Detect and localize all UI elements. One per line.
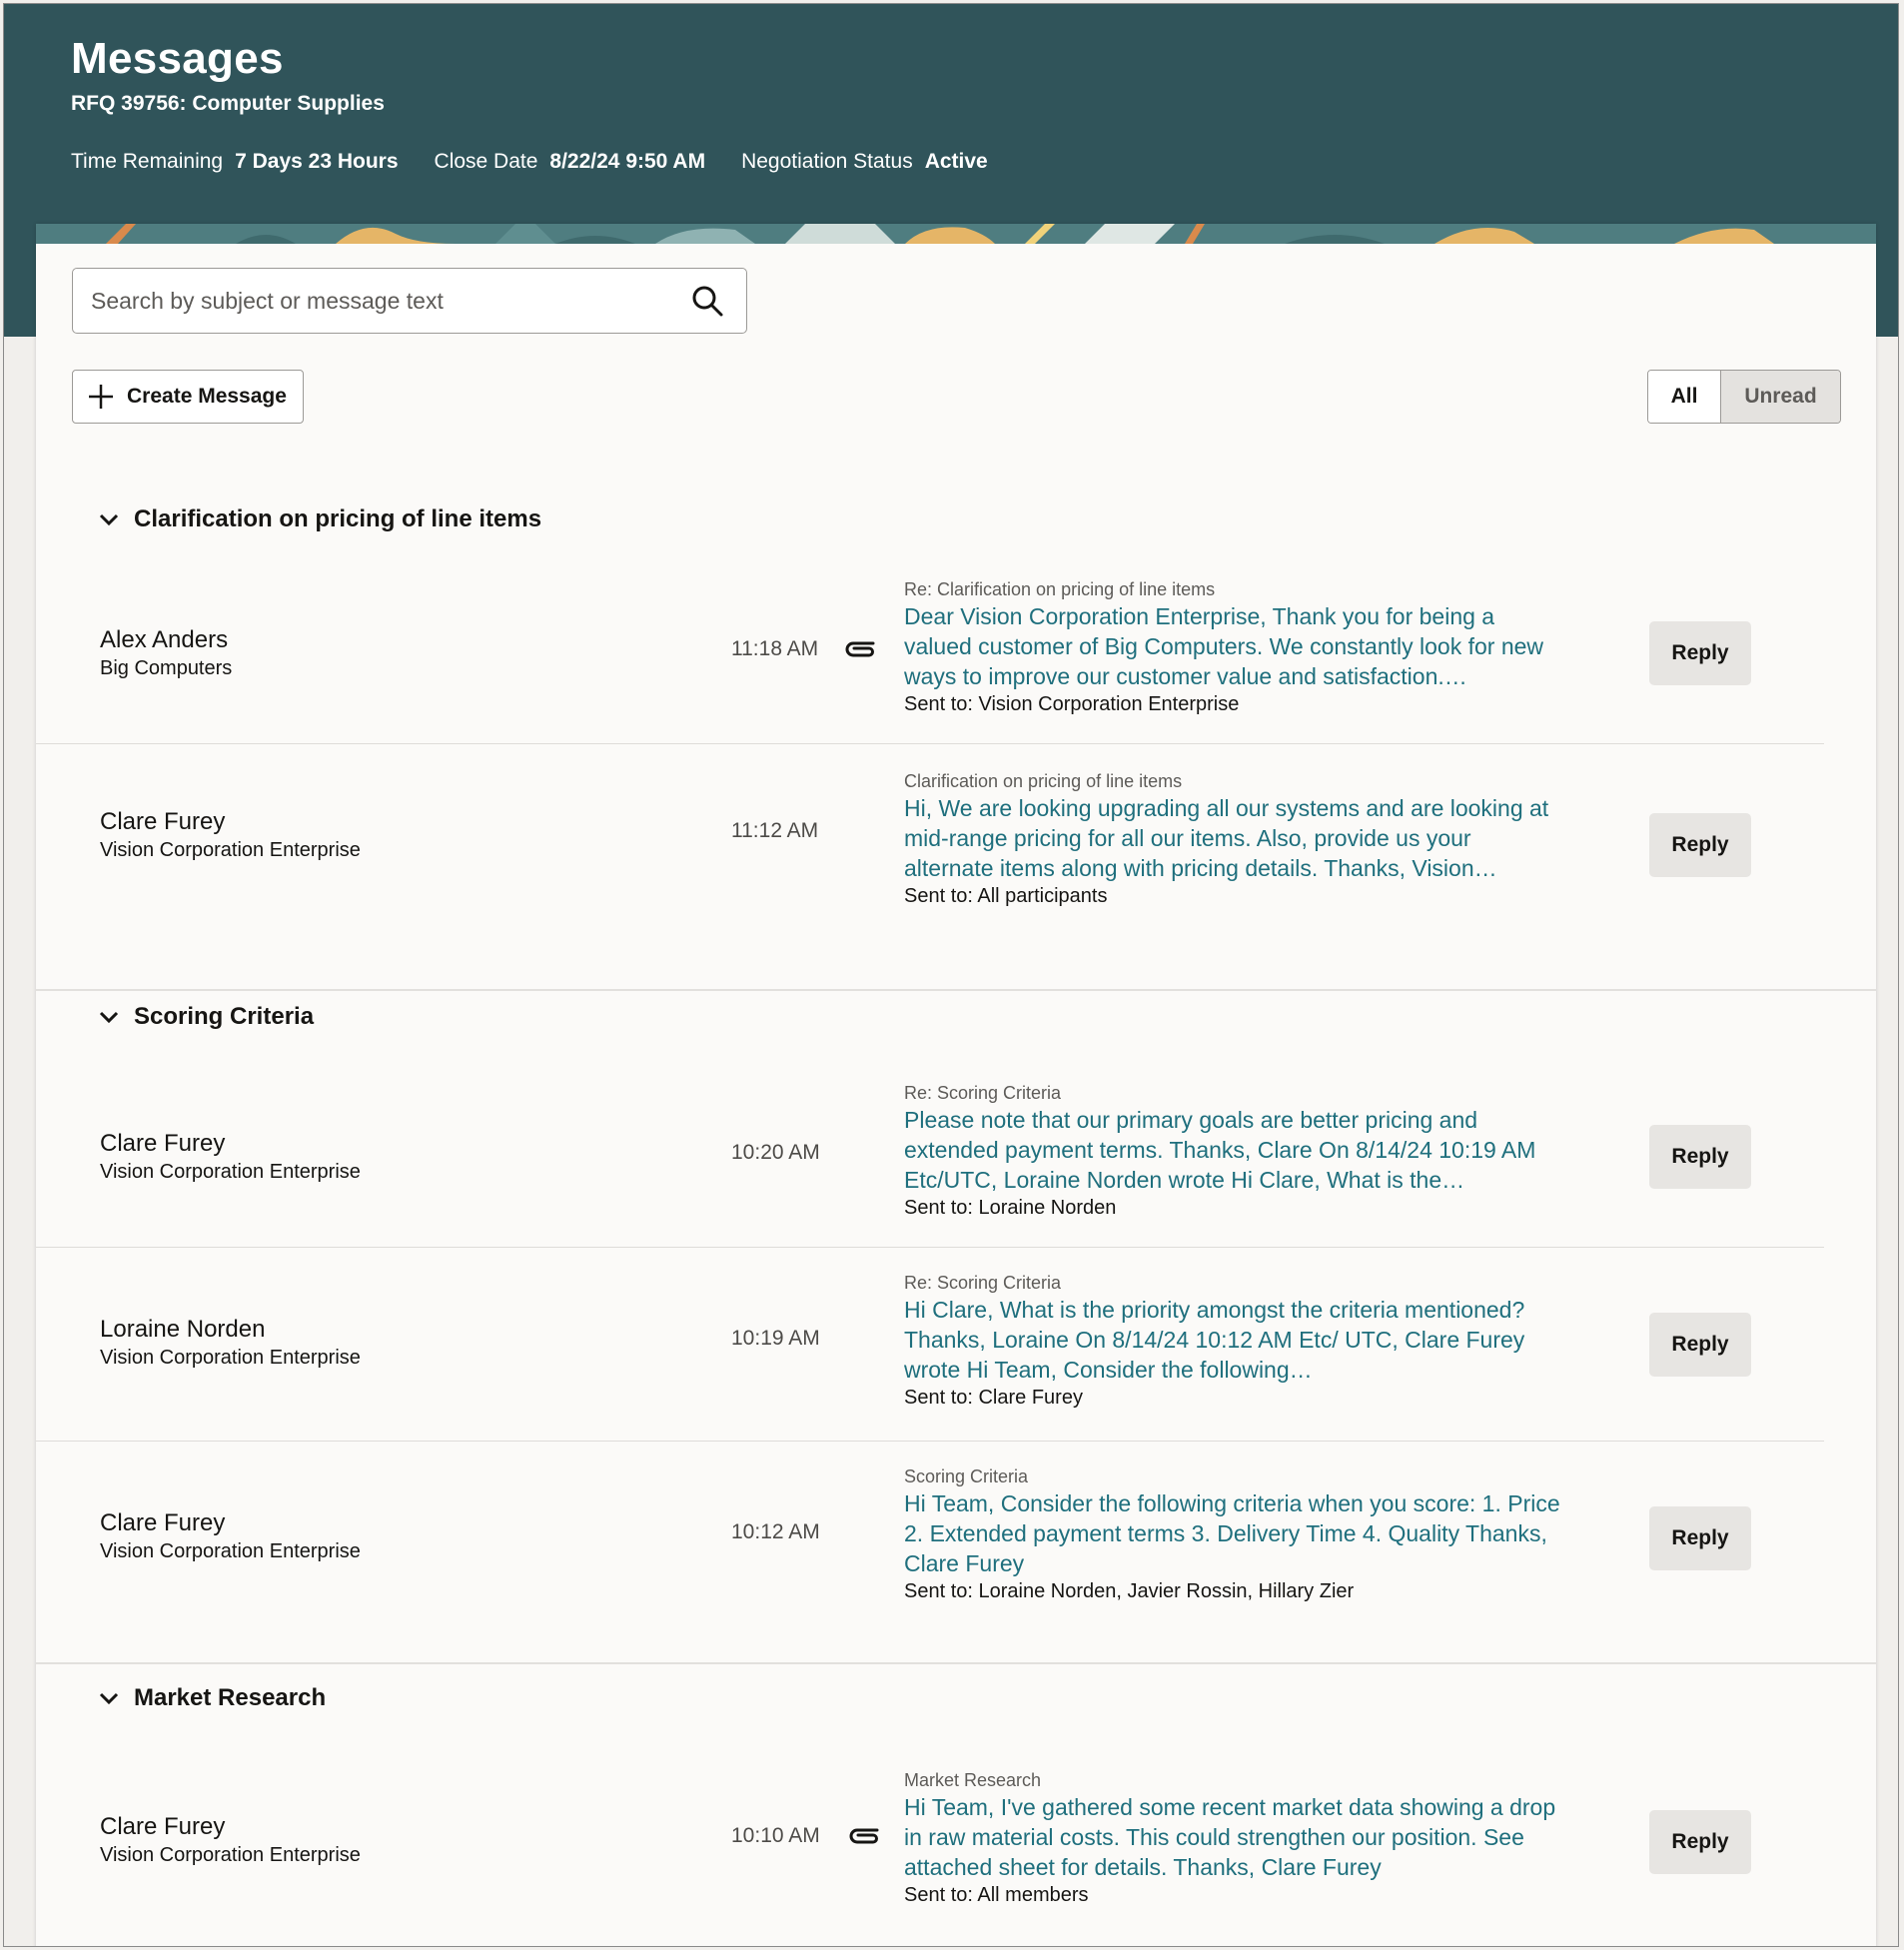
message-subject: Re: Scoring Criteria: [904, 1083, 1062, 1103]
message-sender: Clare Furey Vision Corporation Enterpris…: [100, 1812, 361, 1868]
negotiation-status: Negotiation Status Active: [741, 150, 988, 174]
message-body-link[interactable]: Hi Team, I've gathered some recent marke…: [904, 1792, 1563, 1882]
reply-button[interactable]: Reply: [1649, 1125, 1751, 1189]
message-recipients: Sent to: All participants: [904, 885, 1108, 907]
message-row[interactable]: Clare Furey Vision Corporation Enterpris…: [36, 743, 1824, 939]
sender-name: Clare Furey: [100, 1130, 226, 1157]
message-row[interactable]: Loraine Norden Vision Corporation Enterp…: [36, 1247, 1824, 1442]
paperclip-icon: [845, 641, 875, 657]
sender-name: Clare Furey: [100, 1813, 226, 1840]
reply-button[interactable]: Reply: [1649, 1810, 1751, 1874]
negotiation-status-label: Negotiation Status: [741, 150, 913, 173]
message-content: Re: Scoring Criteria Hi Clare, What is t…: [904, 1271, 1563, 1411]
message-sender: Clare Furey Vision Corporation Enterpris…: [100, 807, 361, 863]
group-divider: [36, 1662, 1876, 1664]
negotiation-status-value: Active: [924, 150, 988, 173]
message-sender: Clare Furey Vision Corporation Enterpris…: [100, 1508, 361, 1564]
message-recipients: Sent to: Loraine Norden, Javier Rossin, …: [904, 1580, 1355, 1602]
app-frame: Messages RFQ 39756: Computer Supplies Ti…: [3, 3, 1899, 1947]
negotiation-meta: Time Remaining 7 Days 23 Hours Close Dat…: [71, 150, 988, 174]
close-date: Close Date 8/22/24 9:50 AM: [435, 150, 706, 174]
message-sender: Clare Furey Vision Corporation Enterpris…: [100, 1129, 361, 1185]
close-date-label: Close Date: [434, 150, 538, 173]
message-time: 10:19 AM: [731, 1327, 820, 1350]
create-message-button[interactable]: Create Message: [72, 370, 304, 424]
message-time: 10:20 AM: [731, 1141, 820, 1164]
chevron-down-icon[interactable]: [98, 1687, 120, 1709]
message-subject: Clarification on pricing of line items: [904, 771, 1183, 791]
message-time: 11:18 AM: [731, 637, 819, 660]
message-content: Clarification on pricing of line items H…: [904, 769, 1563, 909]
sender-name: Loraine Norden: [100, 1316, 266, 1343]
group-title: Market Research: [134, 1684, 327, 1711]
messages-card: Create Message All Unread Clarification …: [36, 224, 1876, 1946]
search-icon[interactable]: [690, 284, 724, 318]
message-content: Market Research Hi Team, I've gathered s…: [904, 1768, 1563, 1908]
group-header[interactable]: Market Research: [98, 1684, 326, 1712]
group-header[interactable]: Clarification on pricing of line items: [98, 505, 541, 533]
reply-button[interactable]: Reply: [1649, 1506, 1751, 1570]
group-title: Scoring Criteria: [134, 1003, 315, 1030]
decorative-pattern: [36, 224, 1876, 244]
message-subject: Re: Clarification on pricing of line ite…: [904, 579, 1216, 599]
sender-org: Vision Corporation Enterprise: [100, 1540, 361, 1562]
chevron-down-icon[interactable]: [98, 508, 120, 530]
message-body-link[interactable]: Please note that our primary goals are b…: [904, 1105, 1563, 1195]
time-remaining-label: Time Remaining: [71, 150, 224, 173]
message-recipients: Sent to: Clare Furey: [904, 1387, 1083, 1409]
page-subtitle: RFQ 39756: Computer Supplies: [71, 92, 385, 115]
message-recipients: Sent to: All members: [904, 1884, 1089, 1906]
message-sender: Loraine Norden Vision Corporation Enterp…: [100, 1315, 361, 1371]
search-input[interactable]: [73, 269, 672, 333]
group-title: Clarification on pricing of line items: [134, 505, 542, 532]
filter-unread-button[interactable]: Unread: [1721, 371, 1840, 423]
message-recipients: Sent to: Vision Corporation Enterprise: [904, 693, 1240, 715]
message-content: Re: Clarification on pricing of line ite…: [904, 577, 1563, 717]
message-content: Scoring Criteria Hi Team, Consider the f…: [904, 1464, 1563, 1604]
message-time: 10:10 AM: [731, 1824, 820, 1847]
message-row[interactable]: Clare Furey Vision Corporation Enterpris…: [36, 1742, 1824, 1942]
sender-org: Vision Corporation Enterprise: [100, 839, 361, 861]
read-filter-toggle: All Unread: [1647, 370, 1841, 424]
time-remaining: Time Remaining 7 Days 23 Hours: [71, 150, 399, 174]
message-body-link[interactable]: Dear Vision Corporation Enterprise, Than…: [904, 601, 1563, 691]
reply-button[interactable]: Reply: [1649, 621, 1751, 685]
message-time: 10:12 AM: [731, 1520, 820, 1543]
sender-name: Clare Furey: [100, 808, 226, 835]
filter-all-button[interactable]: All: [1648, 371, 1721, 423]
sender-org: Vision Corporation Enterprise: [100, 1844, 361, 1866]
message-sender: Alex Anders Big Computers: [100, 625, 232, 681]
message-body-link[interactable]: Hi Clare, What is the priority amongst t…: [904, 1295, 1563, 1385]
sender-org: Vision Corporation Enterprise: [100, 1347, 361, 1369]
group-divider: [36, 989, 1876, 991]
reply-button[interactable]: Reply: [1649, 1313, 1751, 1377]
search-box: [72, 268, 747, 334]
message-row[interactable]: Clare Furey Vision Corporation Enterpris…: [36, 1441, 1824, 1662]
close-date-value: 8/22/24 9:50 AM: [549, 150, 706, 173]
message-subject: Scoring Criteria: [904, 1466, 1029, 1486]
message-content: Re: Scoring Criteria Please note that ou…: [904, 1081, 1563, 1221]
message-recipients: Sent to: Loraine Norden: [904, 1197, 1117, 1219]
sender-org: Vision Corporation Enterprise: [100, 1161, 361, 1183]
paperclip-icon: [849, 1828, 879, 1844]
sender-name: Clare Furey: [100, 1509, 226, 1536]
message-row[interactable]: Clare Furey Vision Corporation Enterpris…: [36, 1063, 1824, 1248]
plus-icon: [89, 385, 113, 409]
reply-button[interactable]: Reply: [1649, 813, 1751, 877]
time-remaining-value: 7 Days 23 Hours: [235, 150, 399, 173]
page-title: Messages: [71, 34, 284, 83]
message-body-link[interactable]: Hi Team, Consider the following criteria…: [904, 1488, 1563, 1578]
group-header[interactable]: Scoring Criteria: [98, 1003, 314, 1031]
sender-org: Big Computers: [100, 657, 233, 679]
message-row[interactable]: Alex Anders Big Computers 11:18 AM Re: C…: [36, 563, 1824, 744]
decorative-band: [36, 224, 1876, 244]
message-body-link[interactable]: Hi, We are looking upgrading all our sys…: [904, 793, 1563, 883]
sender-name: Alex Anders: [100, 626, 229, 653]
create-message-label: Create Message: [127, 385, 287, 408]
chevron-down-icon[interactable]: [98, 1006, 120, 1028]
message-subject: Re: Scoring Criteria: [904, 1273, 1062, 1293]
message-time: 11:12 AM: [731, 819, 819, 842]
message-subject: Market Research: [904, 1770, 1042, 1790]
